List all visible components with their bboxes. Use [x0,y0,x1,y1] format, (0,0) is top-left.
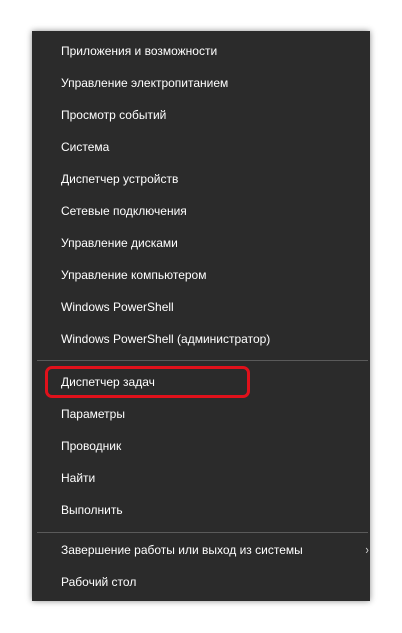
menu-separator [37,532,368,533]
menu-item-search[interactable]: Найти [32,462,370,494]
menu-item-system[interactable]: Система [32,131,370,163]
menu-item-network-connections[interactable]: Сетевые подключения [32,195,370,227]
menu-item-task-manager[interactable]: Диспетчер задач [32,366,370,398]
menu-item-run[interactable]: Выполнить [32,494,370,526]
menu-item-event-viewer[interactable]: Просмотр событий [32,99,370,131]
menu-item-shut-down-or-sign-out[interactable]: Завершение работы или выход из системы › [32,534,370,566]
menu-item-disk-management[interactable]: Управление дисками [32,227,370,259]
menu-item-settings[interactable]: Параметры [32,398,370,430]
menu-item-apps-and-features[interactable]: Приложения и возможности [32,35,370,67]
winx-context-menu: Приложения и возможности Управление элек… [32,31,370,601]
menu-item-file-explorer[interactable]: Проводник [32,430,370,462]
menu-separator [37,360,368,361]
menu-item-computer-management[interactable]: Управление компьютером [32,259,370,291]
menu-item-windows-powershell-admin[interactable]: Windows PowerShell (администратор) [32,323,370,355]
chevron-right-icon: › [365,542,369,557]
menu-item-windows-powershell[interactable]: Windows PowerShell [32,291,370,323]
menu-item-label: Завершение работы или выход из системы [61,543,303,557]
menu-item-desktop[interactable]: Рабочий стол [32,566,370,598]
menu-item-device-manager[interactable]: Диспетчер устройств [32,163,370,195]
menu-item-power-options[interactable]: Управление электропитанием [32,67,370,99]
